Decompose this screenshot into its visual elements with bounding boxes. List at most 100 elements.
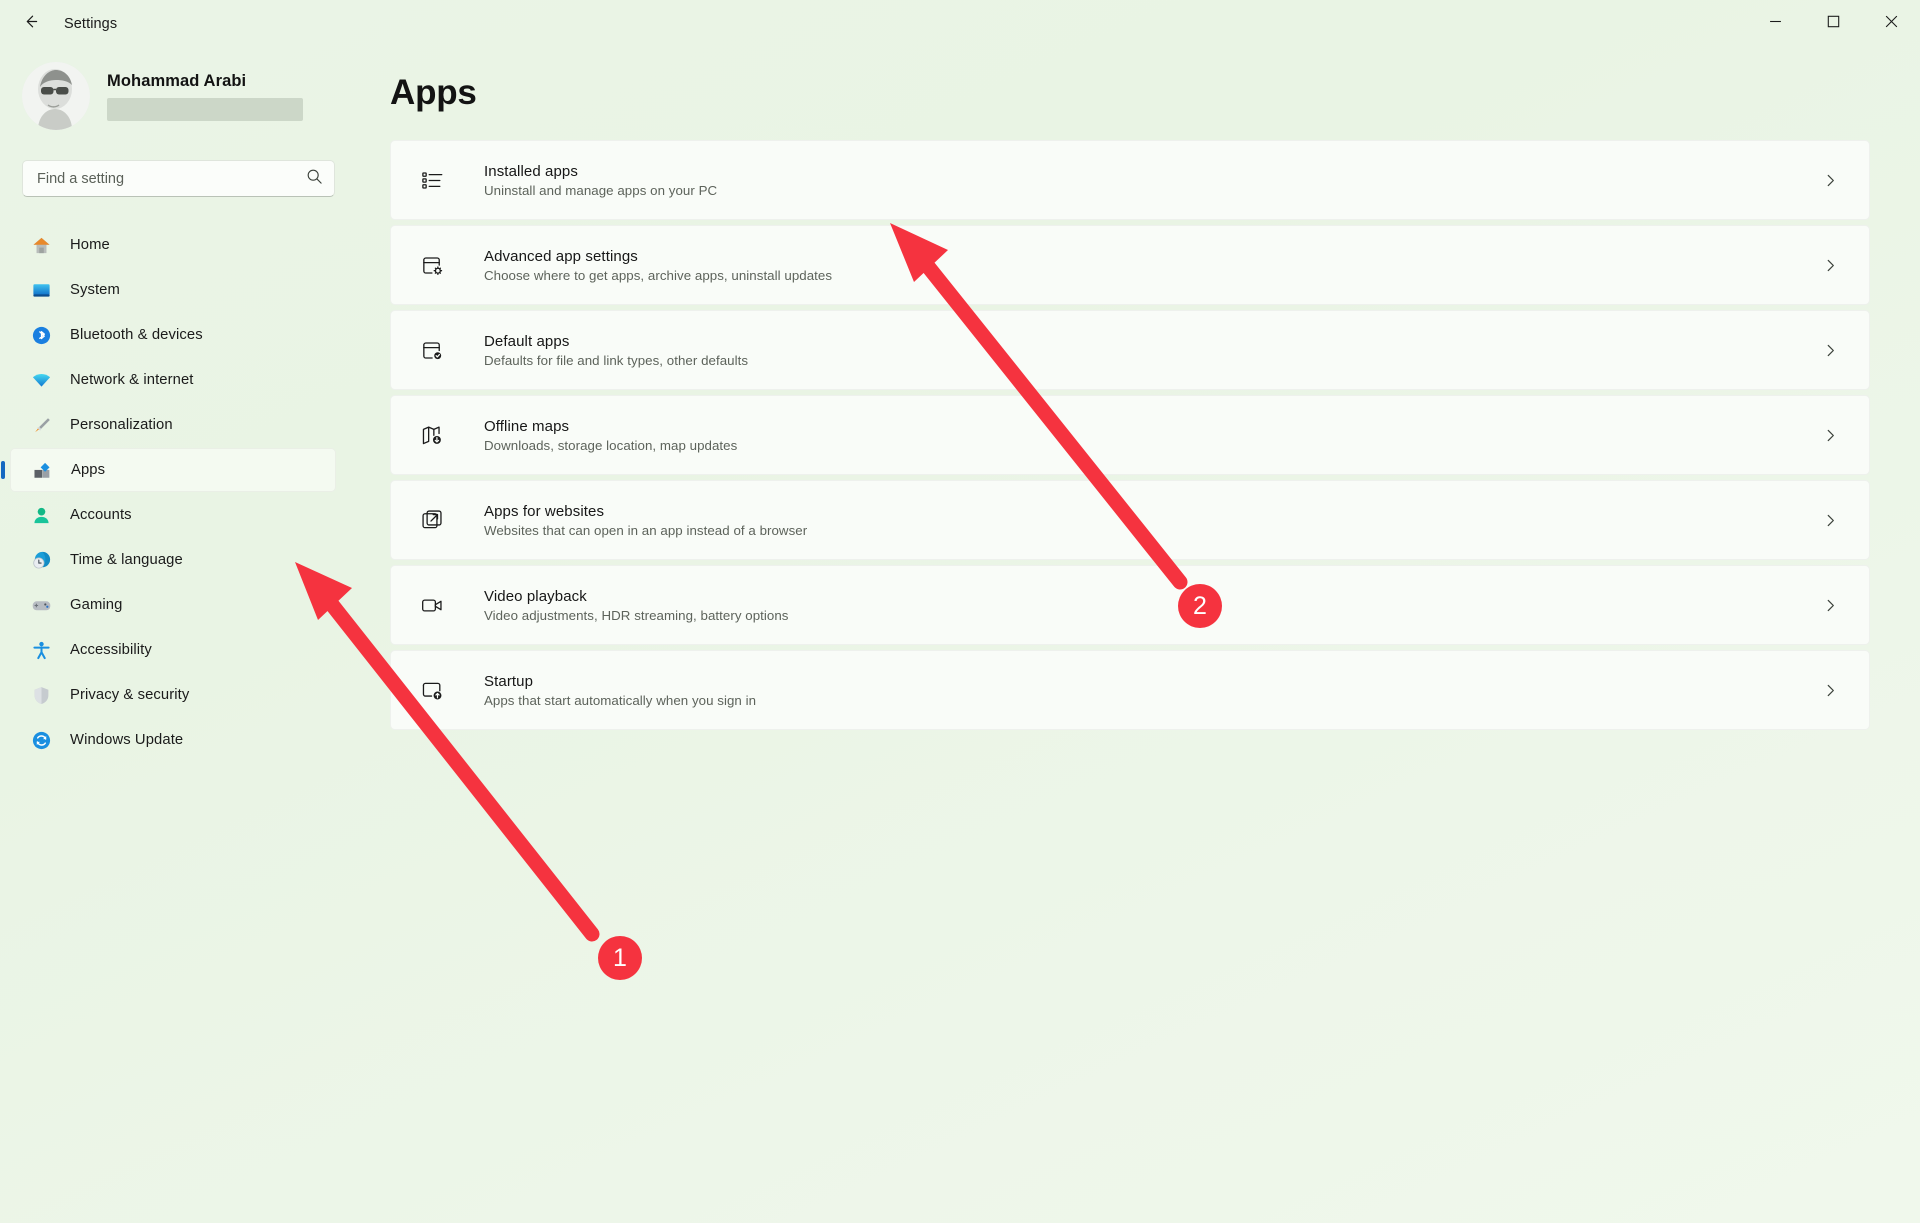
account-text: Mohammad Arabi — [107, 72, 303, 121]
sidebar-item-network-internet[interactable]: Network & internet — [10, 358, 336, 402]
title-bar: Settings — [0, 0, 1920, 48]
sidebar-nav: Home System Bluetooth & devices Network … — [0, 223, 362, 762]
sidebar-item-label: Privacy & security — [70, 687, 190, 703]
close-button[interactable] — [1862, 0, 1920, 48]
sidebar-item-time-language[interactable]: Time & language — [10, 538, 336, 582]
account-email-redacted — [107, 97, 303, 121]
app-title: Settings — [64, 16, 118, 32]
sidebar-item-label: Time & language — [70, 552, 183, 568]
gaming-icon — [30, 594, 52, 616]
chevron-right-icon[interactable] — [1815, 335, 1845, 365]
chevron-right-icon[interactable] — [1815, 505, 1845, 535]
sidebar-item-windows-update[interactable]: Windows Update — [10, 718, 336, 762]
minimize-button[interactable] — [1746, 0, 1804, 48]
card-title: Apps for websites — [484, 502, 605, 520]
installed-apps-list-icon — [418, 166, 446, 194]
sidebar-item-home[interactable]: Home — [10, 223, 336, 267]
sidebar-item-label: Personalization — [70, 417, 173, 433]
back-button[interactable] — [10, 4, 50, 44]
back-arrow-icon — [21, 12, 40, 36]
card-default-apps[interactable]: Default apps Defaults for file and link … — [390, 310, 1870, 390]
time-language-icon — [30, 549, 52, 571]
page-title: Apps — [390, 73, 477, 112]
chevron-right-icon[interactable] — [1815, 675, 1845, 705]
sidebar-item-gaming[interactable]: Gaming — [10, 583, 336, 627]
chevron-right-icon[interactable] — [1815, 590, 1845, 620]
chevron-right-icon[interactable] — [1815, 250, 1845, 280]
card-title: Advanced app settings — [484, 247, 638, 265]
card-text: Video playback Video adjustments, HDR st… — [484, 588, 1815, 623]
sidebar-item-privacy-security[interactable]: Privacy & security — [10, 673, 336, 717]
close-icon — [1885, 15, 1898, 33]
accounts-icon — [30, 504, 52, 526]
window-controls — [1746, 0, 1920, 48]
account-summary[interactable]: Mohammad Arabi — [0, 48, 362, 140]
card-subtitle: Downloads, storage location, map updates — [484, 437, 738, 453]
search-input[interactable] — [37, 170, 306, 187]
advanced-app-settings-gear-icon — [418, 251, 446, 279]
search-box[interactable] — [22, 160, 335, 197]
card-subtitle: Defaults for file and link types, other … — [484, 352, 749, 368]
sidebar-item-label: System — [70, 282, 120, 298]
card-title: Offline maps — [484, 417, 570, 435]
app-shell: Mohammad Arabi Find a setting Home Syste… — [0, 48, 1920, 1223]
minimize-icon — [1769, 15, 1782, 33]
card-title: Video playback — [484, 587, 587, 605]
sidebar-item-label: Windows Update — [70, 732, 184, 748]
avatar — [22, 62, 90, 130]
sidebar-item-apps[interactable]: Apps — [10, 448, 336, 492]
sidebar-item-label: Accessibility — [70, 642, 152, 658]
home-icon — [30, 234, 52, 256]
card-text: Installed apps Uninstall and manage apps… — [484, 163, 1815, 198]
card-text: Apps for websites Websites that can open… — [484, 503, 1815, 538]
accessibility-icon — [30, 639, 52, 661]
card-subtitle: Apps that start automatically when you s… — [484, 692, 757, 708]
card-subtitle: Choose where to get apps, archive apps, … — [484, 267, 833, 283]
apps-for-websites-external-link-icon — [418, 506, 446, 534]
chevron-right-icon[interactable] — [1815, 420, 1845, 450]
startup-upload-icon — [418, 676, 446, 704]
settings-card-list: Installed apps Uninstall and manage apps… — [390, 140, 1870, 730]
card-text: Startup Apps that start automatically wh… — [484, 673, 1815, 708]
card-video-playback[interactable]: Video playback Video adjustments, HDR st… — [390, 565, 1870, 645]
system-icon — [30, 279, 52, 301]
maximize-button[interactable] — [1804, 0, 1862, 48]
card-advanced-app-settings[interactable]: Advanced app settings Choose where to ge… — [390, 225, 1870, 305]
maximize-icon — [1827, 15, 1840, 33]
card-startup[interactable]: Startup Apps that start automatically wh… — [390, 650, 1870, 730]
windows-update-icon — [30, 729, 52, 751]
default-apps-check-icon — [418, 336, 446, 364]
card-installed-apps[interactable]: Installed apps Uninstall and manage apps… — [390, 140, 1870, 220]
chevron-right-icon[interactable] — [1815, 165, 1845, 195]
card-text: Default apps Defaults for file and link … — [484, 333, 1815, 368]
sidebar-item-system[interactable]: System — [10, 268, 336, 312]
sidebar-item-personalization[interactable]: Personalization — [10, 403, 336, 447]
sidebar-item-label: Home — [70, 237, 110, 253]
card-title: Default apps — [484, 332, 570, 350]
card-title: Installed apps — [484, 162, 578, 180]
main-content: Apps Installed apps Uninstall and manage… — [390, 48, 1920, 1223]
sidebar-item-label: Bluetooth & devices — [70, 327, 203, 343]
sidebar-item-label: Network & internet — [70, 372, 194, 388]
personalization-icon — [30, 414, 52, 436]
privacy-security-icon — [30, 684, 52, 706]
card-title: Startup — [484, 672, 534, 690]
card-apps-for-websites[interactable]: Apps for websites Websites that can open… — [390, 480, 1870, 560]
sidebar-item-accessibility[interactable]: Accessibility — [10, 628, 336, 672]
card-offline-maps[interactable]: Offline maps Downloads, storage location… — [390, 395, 1870, 475]
card-text: Advanced app settings Choose where to ge… — [484, 248, 1815, 283]
search-icon[interactable] — [306, 168, 323, 190]
account-name: Mohammad Arabi — [107, 71, 247, 90]
card-subtitle: Uninstall and manage apps on your PC — [484, 182, 718, 198]
network-icon — [30, 369, 52, 391]
card-text: Offline maps Downloads, storage location… — [484, 418, 1815, 453]
sidebar-item-label: Gaming — [70, 597, 123, 613]
sidebar: Mohammad Arabi Find a setting Home Syste… — [0, 48, 390, 1223]
sidebar-item-label: Apps — [71, 462, 106, 478]
apps-icon — [31, 459, 53, 481]
sidebar-item-accounts[interactable]: Accounts — [10, 493, 336, 537]
bluetooth-icon — [30, 324, 52, 346]
sidebar-item-bluetooth-devices[interactable]: Bluetooth & devices — [10, 313, 336, 357]
offline-maps-download-icon — [418, 421, 446, 449]
card-subtitle: Video adjustments, HDR streaming, batter… — [484, 607, 789, 623]
